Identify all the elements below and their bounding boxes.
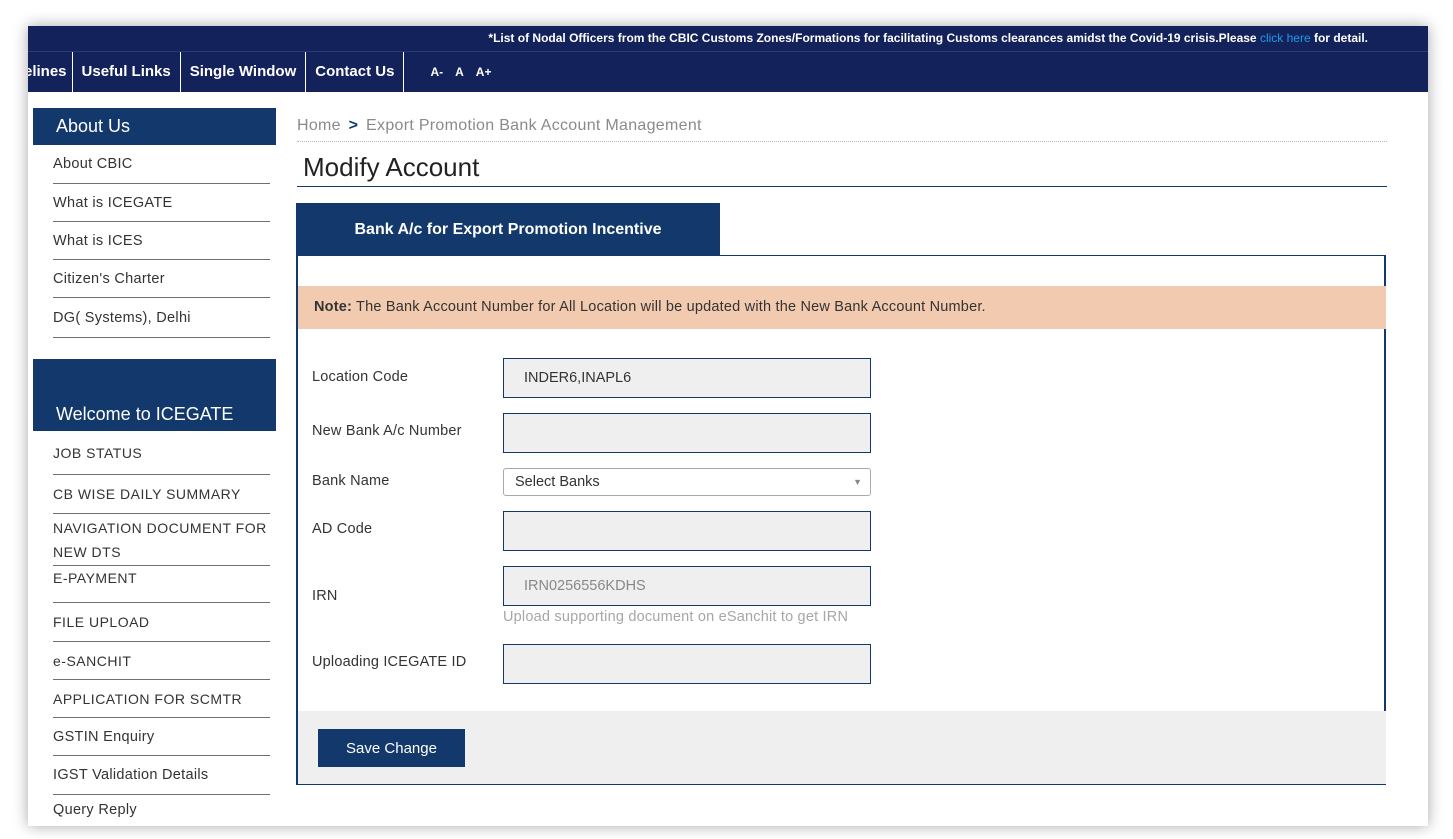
sidebar-welcome-heading: Welcome to ICEGATE xyxy=(33,359,276,431)
sidebar-item-igst-validation[interactable]: IGST Validation Details xyxy=(53,756,270,795)
sidebar-item-application-for-scmtr[interactable]: APPLICATION FOR SCMTR xyxy=(53,680,270,718)
tab-bank-account-export-promotion[interactable]: Bank A/c for Export Promotion Incentive xyxy=(296,203,720,256)
font-decrease-button[interactable]: A- xyxy=(430,65,443,79)
sidebar-item-what-is-ices[interactable]: What is ICES xyxy=(53,222,270,260)
sidebar-item-label: FILE UPLOAD xyxy=(53,614,150,630)
font-reset-button[interactable]: A xyxy=(455,65,464,79)
sidebar-item-job-status[interactable]: JOB STATUS xyxy=(53,431,270,475)
top-navigation: elines Useful Links Single Window Contac… xyxy=(28,51,1428,92)
sidebar-item-label: CB WISE DAILY SUMMARY xyxy=(53,486,241,502)
sidebar-item-query-reply[interactable]: Query Reply xyxy=(53,795,270,825)
nav-item-guidelines[interactable]: elines xyxy=(28,52,73,92)
sidebar-item-label: GSTIN Enquiry xyxy=(53,728,155,745)
bank-name-label: Bank Name xyxy=(312,473,390,489)
nav-item-single-window[interactable]: Single Window xyxy=(181,52,307,92)
nav-item-useful-links[interactable]: Useful Links xyxy=(73,52,181,92)
breadcrumb: Home > Export Promotion Bank Account Man… xyxy=(297,117,1387,142)
font-increase-button[interactable]: A+ xyxy=(476,65,492,79)
ad-code-label: AD Code xyxy=(312,521,373,537)
page-title: Modify Account xyxy=(297,152,1387,187)
sidebar-item-navigation-document[interactable]: NAVIGATION DOCUMENT FOR NEW DTS xyxy=(53,514,270,566)
save-change-button[interactable]: Save Change xyxy=(318,729,465,767)
breadcrumb-home-link[interactable]: Home xyxy=(297,117,341,134)
sidebar-item-file-upload[interactable]: FILE UPLOAD xyxy=(53,603,270,642)
breadcrumb-separator: > xyxy=(348,117,359,134)
irn-hint: Upload supporting document on eSanchit t… xyxy=(503,609,849,625)
bank-name-select[interactable]: Select Banks ▼ xyxy=(503,468,871,496)
nav-item-contact-us[interactable]: Contact Us xyxy=(306,52,405,92)
uploading-icegate-id-input[interactable] xyxy=(503,644,871,684)
sidebar-item-label: e-SANCHIT xyxy=(53,652,132,669)
sidebar-item-dg-systems[interactable]: DG( Systems), Delhi xyxy=(53,298,270,338)
modify-account-form: Note: The Bank Account Number for All Lo… xyxy=(296,255,1386,785)
sidebar-item-label: What is ICES xyxy=(53,232,143,249)
sidebar-item-label: Citizen's Charter xyxy=(53,270,165,287)
ad-code-input[interactable] xyxy=(503,511,871,551)
ticker-text: *List of Nodal Officers from the CBIC Cu… xyxy=(488,31,1257,45)
sidebar-item-label: IGST Validation Details xyxy=(53,767,209,783)
irn-field[interactable]: IRN0256556KDHS xyxy=(503,566,871,606)
chevron-down-icon: ▼ xyxy=(853,477,862,487)
sidebar-item-label: What is ICEGATE xyxy=(53,194,173,211)
sidebar-item-label: Query Reply xyxy=(53,802,137,818)
uploading-icegate-id-label: Uploading ICEGATE ID xyxy=(312,654,467,670)
sidebar-item-label: JOB STATUS xyxy=(53,444,143,461)
location-code-label: Location Code xyxy=(312,369,409,385)
sidebar-item-e-sanchit[interactable]: e-SANCHIT xyxy=(53,642,270,680)
breadcrumb-current: Export Promotion Bank Account Management xyxy=(366,117,702,134)
irn-label: IRN xyxy=(312,588,338,604)
ticker-suffix: for detail. xyxy=(1313,31,1368,45)
sidebar-item-label: E-PAYMENT xyxy=(53,570,138,586)
sidebar-item-about-cbic[interactable]: About CBIC xyxy=(53,145,270,184)
new-bank-account-label: New Bank A/c Number xyxy=(312,423,462,439)
sidebar-item-label: About CBIC xyxy=(53,156,133,172)
sidebar-item-label: APPLICATION FOR SCMTR xyxy=(53,690,243,707)
sidebar-about-list: About CBIC What is ICEGATE What is ICES … xyxy=(33,145,276,338)
sidebar-item-e-payment[interactable]: E-PAYMENT xyxy=(53,566,270,603)
ticker-click-here-link[interactable]: click here xyxy=(1260,31,1311,45)
font-size-controls: A- A A+ xyxy=(404,65,491,79)
note-text: The Bank Account Number for All Location… xyxy=(356,299,986,315)
note-prefix: Note: xyxy=(314,299,353,315)
location-code-field[interactable]: INDER6,INAPL6 xyxy=(503,358,871,398)
announcement-ticker: *List of Nodal Officers from the CBIC Cu… xyxy=(28,26,1428,51)
form-button-bar: Save Change xyxy=(298,711,1386,784)
browser-frame: *List of Nodal Officers from the CBIC Cu… xyxy=(28,26,1428,826)
sidebar-about-heading: About Us xyxy=(33,108,276,145)
sidebar-item-label: DG( Systems), Delhi xyxy=(53,309,191,326)
sidebar-welcome-list: JOB STATUS CB WISE DAILY SUMMARY NAVIGAT… xyxy=(33,431,276,825)
sidebar-item-citizens-charter[interactable]: Citizen's Charter xyxy=(53,260,270,298)
sidebar-item-gstin-enquiry[interactable]: GSTIN Enquiry xyxy=(53,718,270,756)
sidebar-item-what-is-icegate[interactable]: What is ICEGATE xyxy=(53,184,270,222)
new-bank-account-input[interactable] xyxy=(503,413,871,453)
sidebar-item-cb-wise-daily-summary[interactable]: CB WISE DAILY SUMMARY xyxy=(53,475,270,514)
sidebar-item-label: NAVIGATION DOCUMENT FOR NEW DTS xyxy=(53,520,267,560)
note-banner: Note: The Bank Account Number for All Lo… xyxy=(298,286,1386,329)
bank-name-selected: Select Banks xyxy=(515,474,600,490)
